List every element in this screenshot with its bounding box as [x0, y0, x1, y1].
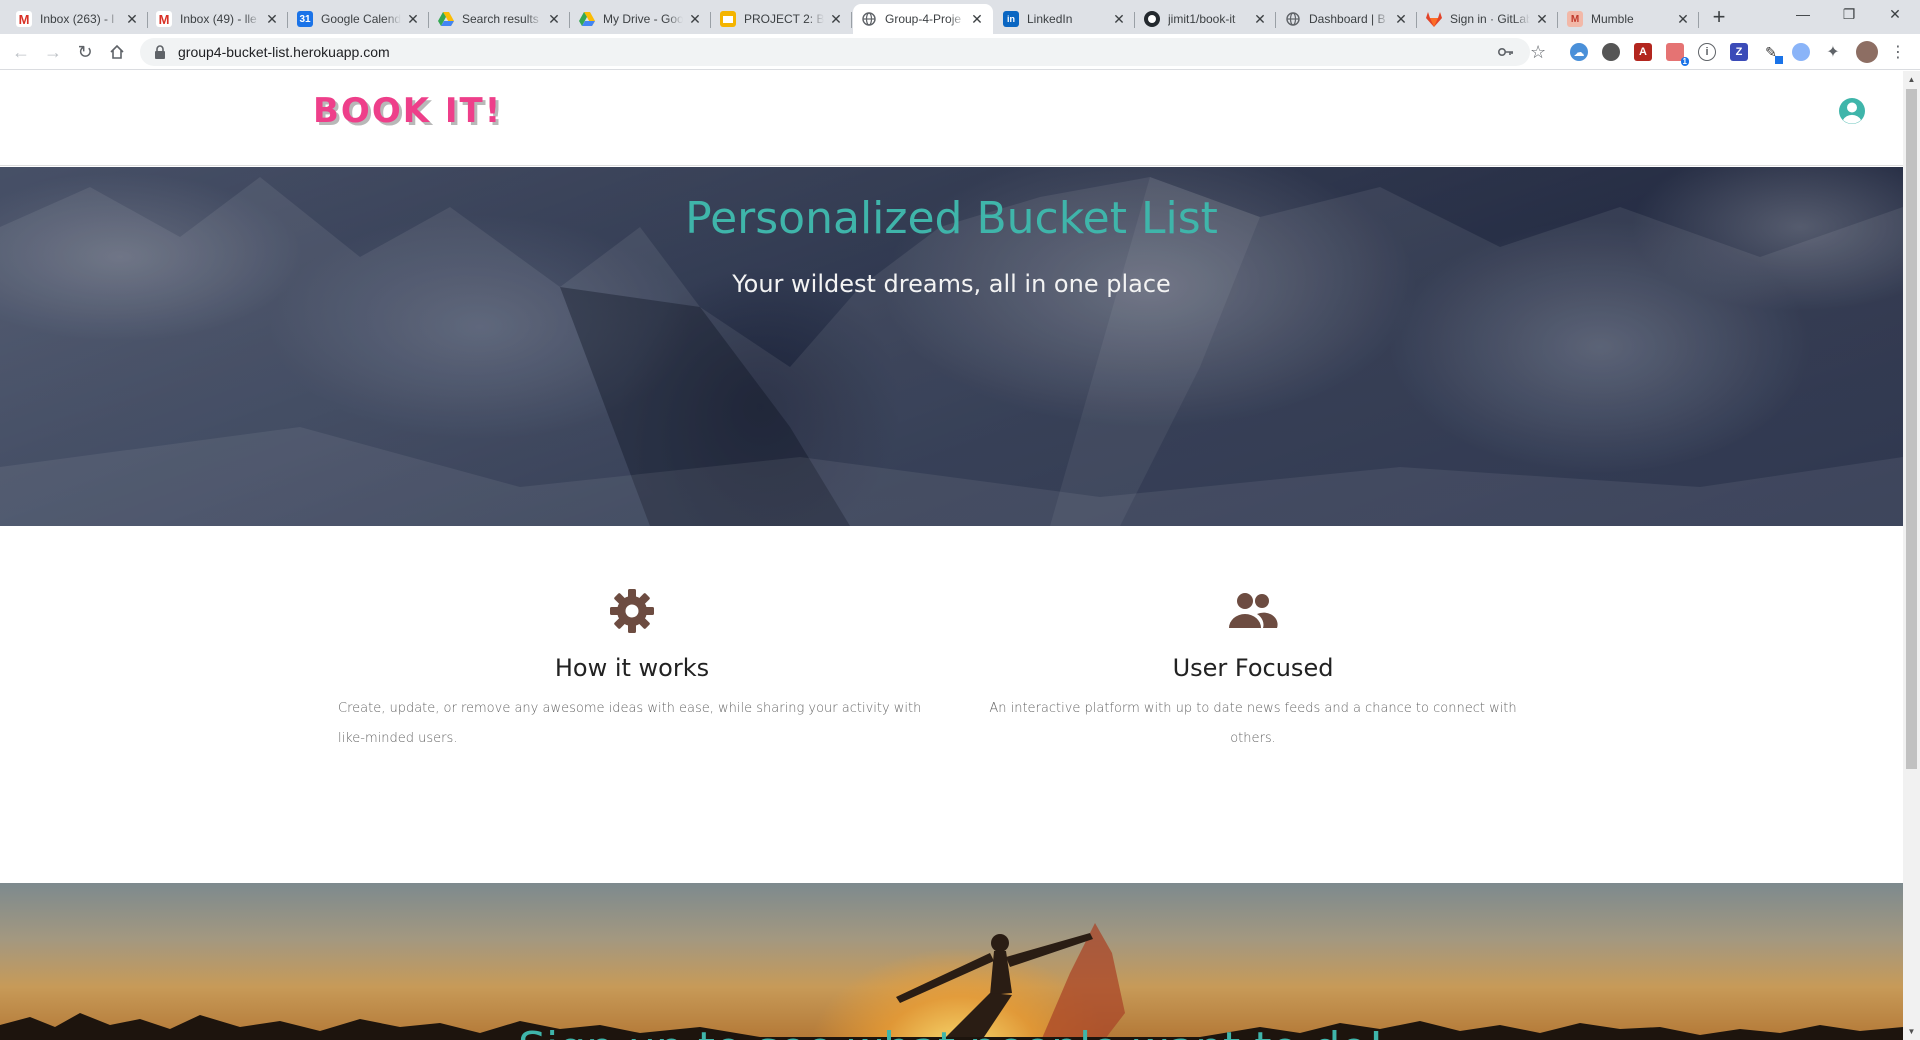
- new-tab-button[interactable]: +: [1707, 6, 1731, 30]
- browser-tabstrip: M Inbox (263) - l ✕ M Inbox (49) - lle ✕…: [0, 0, 1920, 34]
- info-extension-icon[interactable]: i: [1698, 43, 1716, 61]
- tab-title: Group-4-Proje: [885, 12, 962, 26]
- tab-title: Inbox (263) - l: [40, 12, 115, 26]
- forward-button[interactable]: →: [41, 40, 65, 64]
- profile-avatar[interactable]: [1856, 41, 1878, 63]
- restore-button[interactable]: ❐: [1826, 0, 1872, 30]
- feature-title: How it works: [554, 654, 710, 682]
- scroll-up-arrow[interactable]: ▲: [1903, 71, 1920, 88]
- site-header: BOOK IT!: [0, 71, 1903, 166]
- tab-title: Dashboard | B: [1309, 12, 1386, 26]
- google-drive-icon: [579, 11, 595, 27]
- tab-title: jimit1/book-it: [1168, 12, 1236, 26]
- page-scrollbar[interactable]: ▲ ▼: [1903, 71, 1920, 1040]
- tab-search-results[interactable]: Search results ✕: [430, 4, 570, 34]
- tab-title: My Drive - Goo: [603, 12, 683, 26]
- tab-inbox-1[interactable]: M Inbox (263) - l ✕: [8, 4, 148, 34]
- url-text: group4-bucket-list.herokuapp.com: [178, 44, 390, 60]
- tab-group-4-project[interactable]: Group-4-Proje ✕: [853, 4, 993, 34]
- close-icon[interactable]: ✕: [1393, 11, 1409, 27]
- page-viewport: BOOK IT! Personalized Bucket List Your w…: [0, 71, 1920, 1040]
- google-drive-icon: [438, 11, 454, 27]
- site-logo[interactable]: BOOK IT!: [313, 91, 502, 131]
- gmail-icon: M: [16, 11, 32, 27]
- gitlab-icon: [1426, 11, 1442, 27]
- tab-title: Sign in · GitLab: [1450, 12, 1530, 26]
- address-bar[interactable]: group4-bucket-list.herokuapp.com: [140, 38, 1530, 66]
- close-icon[interactable]: ✕: [1675, 11, 1691, 27]
- tab-my-drive[interactable]: My Drive - Goo ✕: [571, 4, 711, 34]
- globe-icon: [1285, 11, 1301, 27]
- github-icon: [1144, 11, 1160, 27]
- shield-extension-icon[interactable]: [1792, 43, 1810, 61]
- signup-call-to-action[interactable]: Sign up to see what people want to do!: [0, 1023, 1903, 1040]
- google-calendar-icon: 31: [297, 11, 313, 27]
- tab-gitlab[interactable]: Sign in · GitLab ✕: [1418, 4, 1558, 34]
- user-circle-icon[interactable]: [1838, 97, 1866, 125]
- tab-inbox-2[interactable]: M Inbox (49) - lle ✕: [148, 4, 288, 34]
- browser-toolbar: ← → ↻ group4-bucket-list.herokuapp.com ☆…: [0, 34, 1920, 70]
- tab-linkedin[interactable]: in LinkedIn ✕: [995, 4, 1135, 34]
- tab-dashboard[interactable]: Dashboard | B ✕: [1277, 4, 1417, 34]
- edit-extension-icon[interactable]: ✎: [1762, 43, 1783, 64]
- hero-banner: Personalized Bucket List Your wildest dr…: [0, 167, 1903, 526]
- back-button[interactable]: ←: [9, 40, 33, 64]
- tab-google-calendar[interactable]: 31 Google Calenda ✕: [289, 4, 429, 34]
- feature-description: Create, update, or remove any awesome id…: [338, 701, 922, 746]
- tab-title: Google Calenda: [321, 12, 401, 26]
- gmail-icon: M: [156, 11, 172, 27]
- translate-extension-icon[interactable]: 1: [1666, 43, 1689, 66]
- close-icon[interactable]: ✕: [264, 11, 280, 27]
- tab-title: Inbox (49) - lle: [180, 12, 257, 26]
- mumble-icon: M: [1567, 11, 1583, 27]
- tab-title: Search results: [462, 12, 539, 26]
- globe-icon: [861, 11, 877, 27]
- extension-badge: 1: [1680, 57, 1689, 66]
- close-icon[interactable]: ✕: [969, 11, 985, 27]
- tab-title: Mumble: [1591, 12, 1634, 26]
- circle-extension-icon[interactable]: [1602, 43, 1620, 61]
- close-icon[interactable]: ✕: [405, 11, 421, 27]
- google-slides-icon: [720, 11, 736, 27]
- reload-button[interactable]: ↻: [73, 40, 97, 64]
- hero-subtitle: Your wildest dreams, all in one place: [732, 270, 1171, 298]
- feature-description: An interactive platform with up to date …: [989, 701, 1517, 746]
- linkedin-icon: in: [1003, 11, 1019, 27]
- close-window-button[interactable]: ✕: [1872, 0, 1918, 30]
- puzzle-icon[interactable]: ✦: [1824, 43, 1842, 61]
- tab-title: PROJECT 2: Bo: [744, 12, 824, 26]
- close-icon[interactable]: ✕: [124, 11, 140, 27]
- tab-github[interactable]: jimit1/book-it ✕: [1136, 4, 1276, 34]
- cloud-extension-icon[interactable]: ☁: [1570, 43, 1588, 61]
- close-icon[interactable]: ✕: [546, 11, 562, 27]
- pdf-extension-icon[interactable]: A: [1634, 43, 1652, 61]
- home-button[interactable]: [105, 40, 129, 64]
- close-icon[interactable]: ✕: [1111, 11, 1127, 27]
- close-icon[interactable]: ✕: [1534, 11, 1550, 27]
- scroll-down-arrow[interactable]: ▼: [1903, 1023, 1920, 1040]
- tab-project-2[interactable]: PROJECT 2: Bo ✕: [712, 4, 852, 34]
- feature-title: User Focused: [1172, 654, 1334, 682]
- close-icon[interactable]: ✕: [828, 11, 844, 27]
- star-icon[interactable]: ☆: [1530, 42, 1546, 62]
- tab-mumble[interactable]: M Mumble ✕: [1559, 4, 1699, 34]
- tab-title: LinkedIn: [1027, 12, 1073, 26]
- lock-icon: [155, 45, 165, 59]
- z-extension-icon[interactable]: Z: [1730, 43, 1748, 61]
- more-menu-icon[interactable]: ⋮: [1890, 44, 1906, 61]
- signup-banner: Sign up to see what people want to do!: [0, 883, 1903, 1040]
- minimize-button[interactable]: —: [1780, 0, 1826, 30]
- close-icon[interactable]: ✕: [687, 11, 703, 27]
- key-icon[interactable]: [1498, 44, 1514, 60]
- close-icon[interactable]: ✕: [1252, 11, 1268, 27]
- gear-icon: [610, 589, 654, 633]
- hero-title: Personalized Bucket List: [685, 193, 1218, 244]
- feature-user-focused: User Focused An interactive platform wit…: [973, 526, 1533, 754]
- features-section: How it works Create, update, or remove a…: [0, 526, 1903, 883]
- feature-how-it-works: How it works Create, update, or remove a…: [332, 526, 932, 754]
- scrollbar-thumb[interactable]: [1906, 89, 1917, 769]
- users-icon: [1229, 593, 1278, 628]
